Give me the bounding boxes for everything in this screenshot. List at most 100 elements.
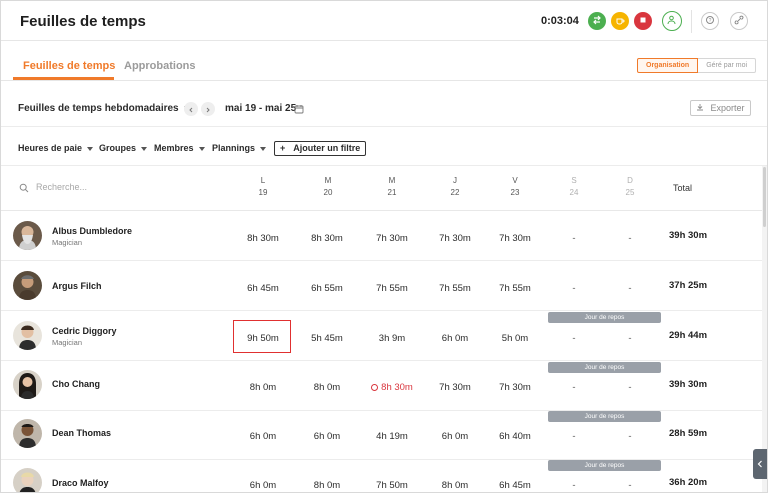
filter-label: Groupes <box>99 143 137 153</box>
search-input[interactable] <box>36 180 186 194</box>
time-cell[interactable]: - <box>601 382 659 393</box>
add-filter-button[interactable]: + Ajouter un filtre <box>274 141 367 156</box>
time-cell[interactable]: 7h 55m <box>426 283 484 294</box>
time-cell[interactable]: 8h 0m <box>298 480 356 491</box>
chevron-left-icon <box>757 457 763 471</box>
time-cell[interactable]: 4h 19m <box>363 431 421 442</box>
day-header-fri: V 23 <box>495 175 535 199</box>
day-letter: V <box>512 176 518 185</box>
member-name: Cedric Diggory <box>52 326 117 336</box>
filter-pay-hours[interactable]: Heures de paie <box>18 143 94 153</box>
time-cell[interactable]: - <box>545 233 603 244</box>
time-cell[interactable]: 6h 45m <box>234 283 292 294</box>
time-cell[interactable]: 6h 45m <box>486 480 544 491</box>
filter-label: Plannings <box>212 143 256 153</box>
next-week-button[interactable] <box>201 102 215 116</box>
time-cell[interactable]: - <box>601 233 659 244</box>
date-range-label[interactable]: mai 19 - mai 25 <box>225 103 296 114</box>
avatar <box>13 419 42 448</box>
time-cell[interactable]: 6h 0m <box>234 431 292 442</box>
table-row[interactable]: Albus Dumbledore Magician 8h 30m 8h 30m … <box>1 211 762 261</box>
time-cell[interactable]: 8h 0m <box>426 480 484 491</box>
export-button[interactable]: Exporter <box>690 100 751 116</box>
time-cell[interactable]: 7h 30m <box>426 233 484 244</box>
chevron-down-icon <box>87 146 94 151</box>
divider <box>1 126 767 127</box>
filter-schedules[interactable]: Plannings <box>212 143 267 153</box>
time-cell[interactable]: - <box>545 480 603 491</box>
clock-person-button[interactable] <box>662 11 682 31</box>
time-cell[interactable]: 7h 50m <box>363 480 421 491</box>
time-cell[interactable]: 7h 30m <box>363 233 421 244</box>
clock-warning-icon <box>371 384 379 391</box>
filter-groups[interactable]: Groupes <box>99 143 148 153</box>
time-cell[interactable]: 8h 0m <box>298 382 356 393</box>
person-clock-icon <box>667 14 677 28</box>
table-row[interactable]: Argus Filch 6h 45m 6h 55m 7h 55m 7h 55m … <box>1 261 762 311</box>
help-button[interactable]: ? <box>701 12 719 30</box>
break-button[interactable] <box>611 12 629 30</box>
scrollbar-thumb[interactable] <box>763 167 766 227</box>
time-cell[interactable]: 5h 0m <box>486 333 544 344</box>
time-cell[interactable]: 8h 0m <box>234 382 292 393</box>
time-cell[interactable]: - <box>545 382 603 393</box>
add-filter-label: Ajouter un filtre <box>293 143 361 153</box>
header-divider <box>691 10 692 33</box>
time-cell[interactable]: - <box>601 431 659 442</box>
day-date: 19 <box>258 188 268 197</box>
table-row[interactable]: Dean Thomas Jour de repos 6h 0m 6h 0m 4h… <box>1 410 762 460</box>
time-cell[interactable]: 6h 55m <box>298 283 356 294</box>
time-cell[interactable]: 6h 0m <box>234 480 292 491</box>
avatar <box>13 370 42 399</box>
time-cell[interactable]: 7h 30m <box>486 382 544 393</box>
time-cell[interactable]: - <box>601 480 659 491</box>
tab-approvals[interactable]: Approbations <box>124 60 196 72</box>
time-value: 8h 30m <box>381 382 413 393</box>
time-cell[interactable]: 8h 30m <box>234 233 292 244</box>
scope-organisation-button[interactable]: Organisation <box>637 58 699 73</box>
time-cell[interactable]: 6h 0m <box>426 333 484 344</box>
filter-label: Membres <box>154 143 194 153</box>
filter-members[interactable]: Membres <box>154 143 205 153</box>
divider <box>1 165 767 166</box>
stop-button[interactable] <box>634 12 652 30</box>
table-row[interactable]: Draco Malfoy Jour de repos 6h 0m 8h 0m 7… <box>1 459 762 492</box>
time-cell[interactable]: - <box>545 431 603 442</box>
chevron-down-icon <box>198 146 205 151</box>
time-cell[interactable]: 6h 0m <box>298 431 356 442</box>
time-cell[interactable]: 8h 30m <box>298 233 356 244</box>
plus-icon: + <box>280 143 286 153</box>
table-row[interactable]: Cedric Diggory Magician Jour de repos 9h… <box>1 311 762 361</box>
time-cell[interactable]: 3h 9m <box>363 333 421 344</box>
export-label: Exporter <box>710 103 745 113</box>
avatar <box>13 468 42 492</box>
time-cell[interactable]: - <box>545 333 603 344</box>
member-role: Magician <box>52 338 83 347</box>
timesheet-type-label: Feuilles de temps hebdomadaires <box>18 103 179 114</box>
time-cell[interactable]: 7h 55m <box>486 283 544 294</box>
time-cell[interactable]: 6h 0m <box>426 431 484 442</box>
time-cell[interactable]: - <box>545 283 603 294</box>
timesheet-type-dropdown[interactable]: Feuilles de temps hebdomadaires <box>18 103 190 114</box>
time-cell[interactable]: 5h 45m <box>298 333 356 344</box>
tab-timesheets[interactable]: Feuilles de temps <box>23 60 115 72</box>
time-cell-warning[interactable]: 8h 30m <box>363 382 421 393</box>
side-panel-toggle[interactable] <box>753 449 767 479</box>
previous-week-button[interactable] <box>184 102 198 116</box>
time-cell[interactable]: 7h 30m <box>486 233 544 244</box>
time-cell[interactable]: 6h 40m <box>486 431 544 442</box>
help-icon: ? <box>705 14 715 28</box>
switch-activity-button[interactable] <box>588 12 606 30</box>
time-cell[interactable]: - <box>601 283 659 294</box>
day-date: 24 <box>569 188 579 197</box>
timer-display: 0:03:04 <box>541 15 579 27</box>
scope-managed-button[interactable]: Géré par moi <box>698 58 757 73</box>
time-cell[interactable]: 7h 55m <box>363 283 421 294</box>
avatar <box>13 321 42 350</box>
time-cell[interactable]: 7h 30m <box>426 382 484 393</box>
calendar-icon[interactable] <box>294 103 304 114</box>
table-row[interactable]: Cho Chang Jour de repos 8h 0m 8h 0m 8h 3… <box>1 361 762 411</box>
integrations-button[interactable] <box>730 12 748 30</box>
member-name: Argus Filch <box>52 281 102 291</box>
time-cell[interactable]: - <box>601 333 659 344</box>
